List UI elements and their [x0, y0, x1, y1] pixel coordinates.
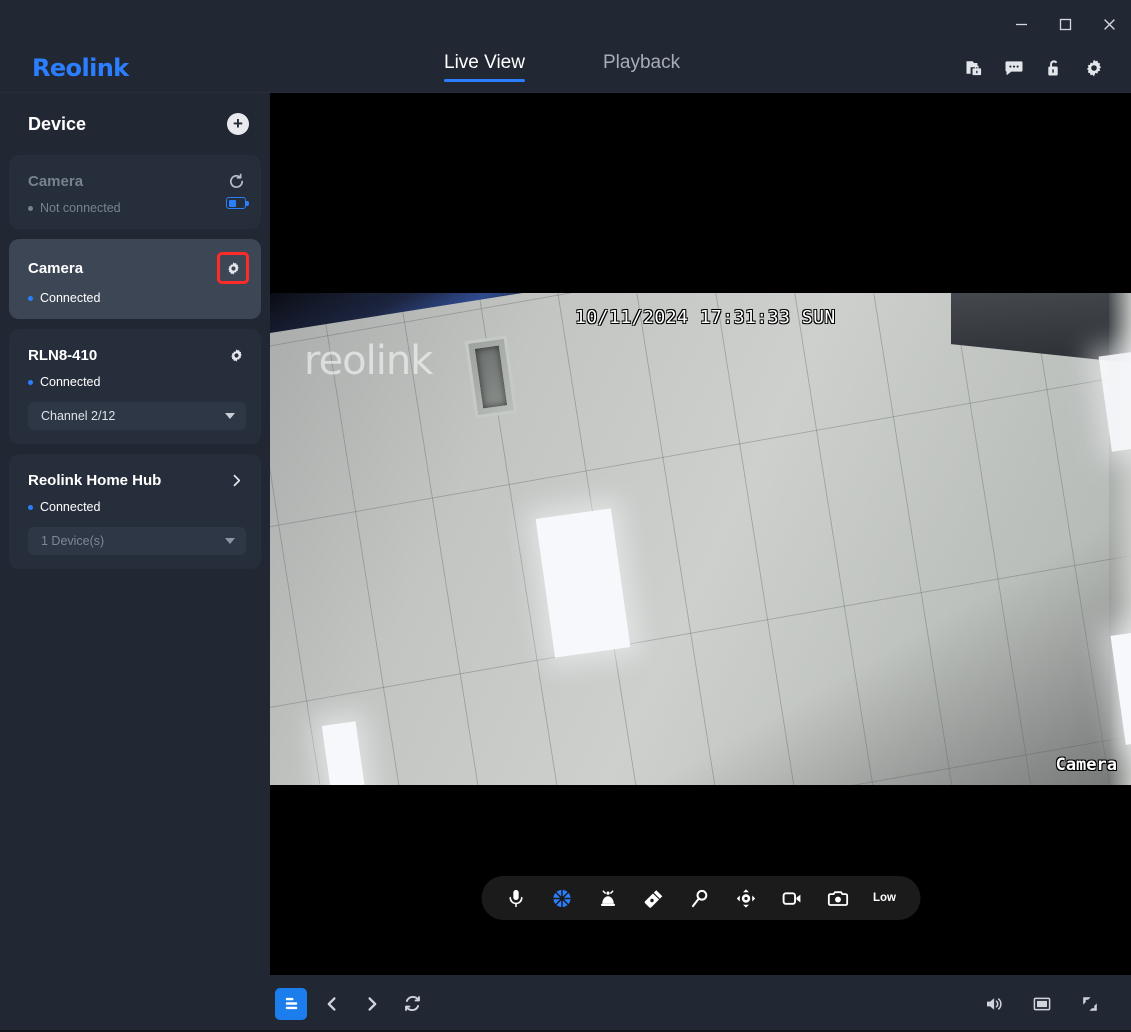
flashlight-icon[interactable] — [641, 885, 667, 911]
status-label: Not connected — [40, 201, 121, 215]
layout-icon[interactable] — [275, 987, 307, 1020]
video-timestamp-overlay: 10/11/2024 17:31:33 SUN — [575, 307, 836, 328]
gear-icon[interactable] — [1083, 57, 1105, 79]
bottom-bar-right-controls — [979, 989, 1117, 1019]
battery-icon — [226, 197, 249, 209]
status-label: Connected — [40, 291, 101, 305]
device-card-bottom-row: Not connected — [28, 191, 249, 215]
reolink-watermark: reolink — [304, 338, 433, 384]
header-icon-group — [963, 57, 1105, 79]
window-title-bar — [0, 0, 1131, 44]
device-name: Reolink Home Hub — [28, 471, 162, 489]
device-status: Connected — [28, 375, 246, 389]
add-device-button[interactable]: + — [227, 113, 249, 135]
reolink-client-window: Reolink Live View Playback Device + Came… — [0, 0, 1131, 1032]
alarm-icon[interactable] — [595, 885, 621, 911]
live-view-stage[interactable]: reolink 10/11/2024 17:31:33 SUN Camera L… — [270, 93, 1131, 975]
hub-device-count-value: 1 Device(s) — [41, 534, 105, 548]
status-dot-icon — [28, 295, 33, 301]
device-sidebar: Device + Camera Not connected Camera Con… — [0, 93, 270, 975]
prev-icon[interactable] — [317, 989, 347, 1019]
unlock-icon[interactable] — [1043, 57, 1065, 79]
microphone-icon[interactable] — [503, 885, 529, 911]
chevron-down-icon — [225, 538, 235, 544]
device-settings-gear-icon[interactable] — [217, 252, 249, 284]
device-card-top-row: Reolink Home Hub — [28, 470, 246, 490]
fullscreen-icon[interactable] — [1075, 989, 1105, 1019]
status-dot-icon — [28, 205, 33, 211]
bottom-bar — [0, 975, 1131, 1032]
status-label: Connected — [40, 375, 101, 389]
chevron-down-icon — [225, 413, 235, 419]
bottom-bar-left-controls — [270, 987, 427, 1020]
refresh-icon[interactable] — [226, 171, 246, 191]
record-video-icon[interactable] — [779, 885, 805, 911]
stream-quality-button[interactable]: Low — [871, 892, 898, 904]
device-card-top-row: RLN8-410 — [28, 345, 246, 365]
volume-icon[interactable] — [979, 989, 1009, 1019]
hub-device-count-select[interactable]: 1 Device(s) — [28, 527, 246, 555]
status-label: Connected — [40, 500, 101, 514]
reolink-logo: Reolink — [32, 54, 129, 82]
ceiling-vent-inner — [474, 345, 508, 409]
device-status: Not connected — [28, 201, 121, 215]
device-card-reolink-home-hub[interactable]: Reolink Home Hub Connected 1 Device(s) — [9, 454, 261, 569]
device-card-camera-selected[interactable]: Camera Connected — [9, 239, 261, 319]
window-maximize-button[interactable] — [1043, 10, 1087, 38]
device-card-top-row: Camera — [28, 252, 249, 284]
ptz-icon[interactable] — [733, 885, 759, 911]
device-sidebar-header: Device + — [9, 93, 261, 155]
device-card-camera-offline[interactable]: Camera Not connected — [9, 155, 261, 229]
device-card-rln8-410[interactable]: RLN8-410 Connected Channel 2/12 — [9, 329, 261, 444]
status-dot-icon — [28, 379, 33, 385]
channel-select-value: Channel 2/12 — [41, 409, 116, 423]
video-camera-name-overlay: Camera — [1055, 755, 1117, 775]
refresh-icon[interactable] — [397, 989, 427, 1019]
chat-bubble-icon[interactable] — [1003, 57, 1025, 79]
status-dot-icon — [28, 504, 33, 510]
page-title: Device — [28, 113, 87, 134]
device-status: Connected — [28, 500, 246, 514]
app-header: Reolink Live View Playback — [0, 44, 1131, 93]
video-control-toolbar: Low — [481, 876, 920, 920]
battery-level-fill — [228, 199, 236, 207]
screen-icon[interactable] — [1027, 989, 1057, 1019]
tab-playback[interactable]: Playback — [603, 52, 680, 80]
files-lock-icon[interactable] — [963, 57, 985, 79]
device-name: Camera — [28, 259, 84, 277]
channel-select[interactable]: Channel 2/12 — [28, 402, 246, 430]
window-minimize-button[interactable] — [999, 10, 1043, 38]
next-icon[interactable] — [357, 989, 387, 1019]
snapshot-icon[interactable] — [825, 885, 851, 911]
zoom-icon[interactable] — [687, 885, 713, 911]
tab-live-view[interactable]: Live View — [444, 52, 525, 82]
device-name: RLN8-410 — [28, 346, 98, 364]
device-card-top-row: Camera — [28, 171, 246, 191]
window-close-button[interactable] — [1087, 10, 1131, 38]
app-body: Device + Camera Not connected Camera Con… — [0, 93, 1131, 975]
device-name: Camera — [28, 172, 84, 190]
device-settings-gear-icon[interactable] — [226, 345, 246, 365]
device-status: Connected — [28, 291, 246, 305]
video-stream[interactable]: reolink 10/11/2024 17:31:33 SUN Camera — [270, 293, 1131, 785]
main-tabs: Live View Playback — [444, 52, 680, 82]
chevron-right-icon[interactable] — [226, 470, 246, 490]
siren-icon[interactable] — [549, 885, 575, 911]
